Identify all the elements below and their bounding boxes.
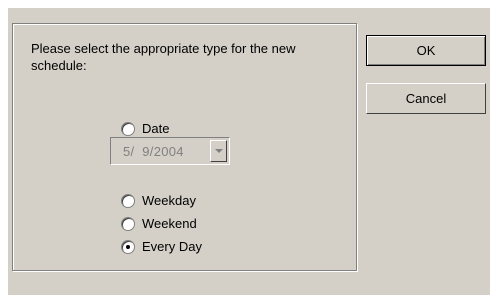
radio-weekend-button[interactable] — [121, 217, 135, 231]
radio-every-day-button[interactable] — [121, 240, 135, 254]
radio-weekday-label: Weekday — [142, 193, 196, 208]
radio-weekday-button[interactable] — [121, 194, 135, 208]
chevron-down-icon — [214, 149, 223, 153]
radio-every-day-label: Every Day — [142, 239, 202, 254]
date-dropdown-button[interactable] — [210, 140, 227, 162]
date-picker[interactable]: 5/ 9/2004 — [110, 137, 230, 165]
radio-weekend[interactable]: Weekend — [121, 215, 197, 233]
radio-date-button[interactable] — [121, 122, 135, 136]
radio-date[interactable]: Date — [121, 120, 169, 138]
radio-date-label: Date — [142, 121, 170, 136]
ok-button[interactable]: OK — [366, 35, 486, 66]
radio-weekday[interactable]: Weekday — [121, 192, 196, 210]
prompt-text: Please select the appropriate type for t… — [31, 41, 296, 73]
date-value: 5/ 9/2004 — [123, 143, 184, 159]
radio-weekend-label: Weekend — [142, 216, 197, 231]
radio-every-day[interactable]: Every Day — [121, 238, 202, 256]
cancel-button[interactable]: Cancel — [366, 83, 486, 114]
